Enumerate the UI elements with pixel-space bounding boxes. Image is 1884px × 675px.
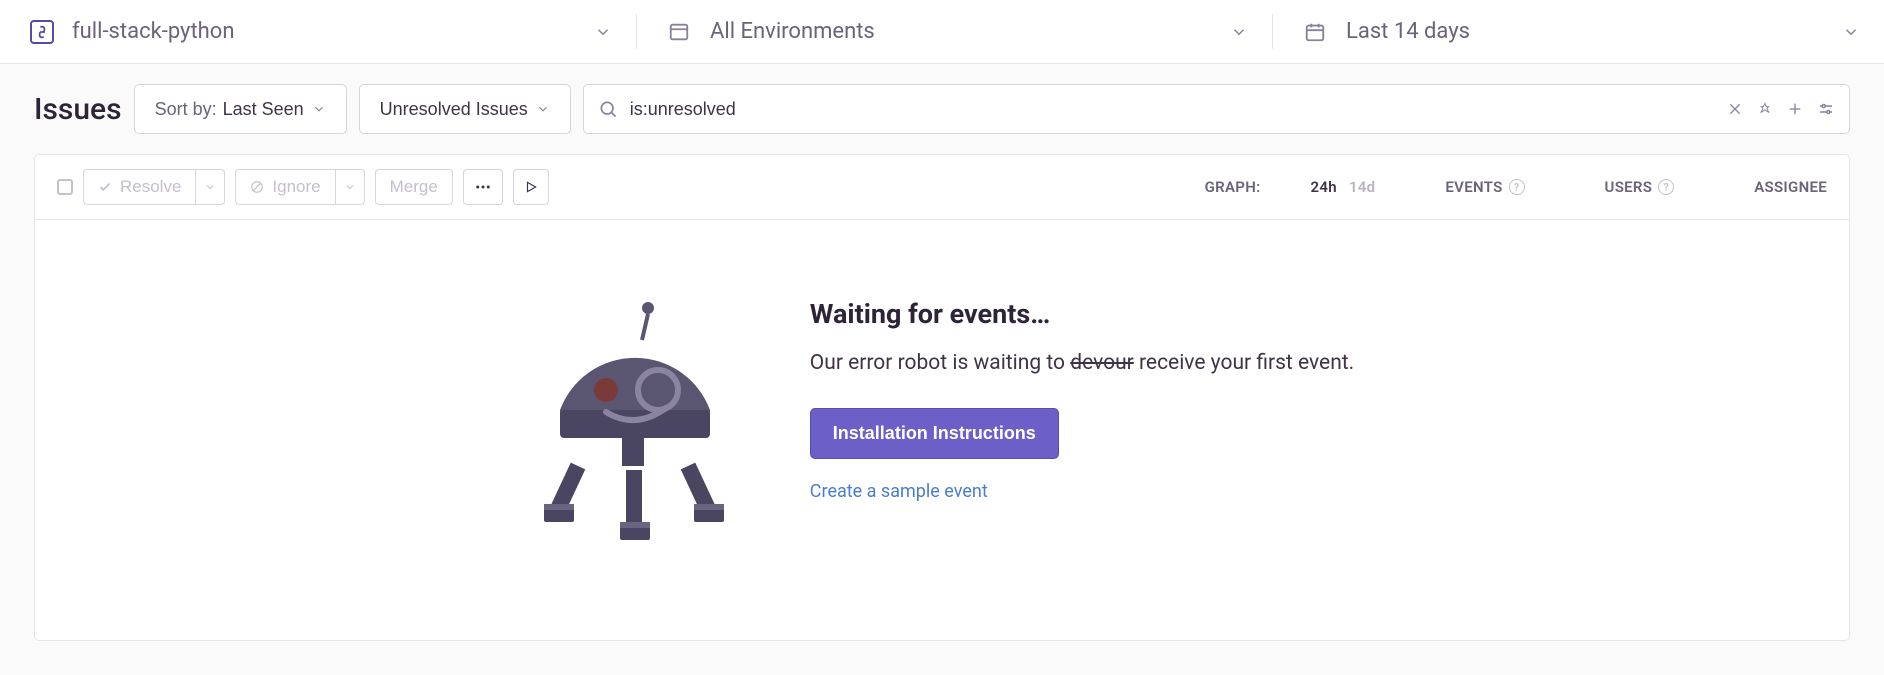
chevron-down-icon	[312, 102, 326, 116]
project-name: full-stack-python	[72, 19, 594, 44]
plus-icon[interactable]	[1787, 101, 1803, 117]
topbar: full-stack-python All Environments Last …	[0, 0, 1884, 64]
help-icon[interactable]: ?	[1509, 179, 1525, 195]
project-selector[interactable]: full-stack-python	[0, 0, 636, 63]
sort-label: Sort by:	[155, 99, 217, 120]
page-title: Issues	[34, 92, 122, 127]
sort-value: Last Seen	[223, 99, 304, 120]
more-actions-button[interactable]	[463, 169, 503, 205]
installation-instructions-button[interactable]: Installation Instructions	[810, 408, 1059, 459]
search-input[interactable]	[630, 99, 1715, 120]
play-button[interactable]	[513, 169, 549, 205]
environment-selector[interactable]: All Environments	[636, 0, 1272, 63]
clear-icon[interactable]	[1727, 101, 1743, 117]
chevron-down-icon	[1842, 23, 1860, 41]
column-graph: GRAPH:	[1205, 178, 1261, 196]
sort-dropdown[interactable]: Sort by: Last Seen	[134, 84, 347, 134]
issues-table-header: Resolve Ignore Merge GRAPH:	[35, 155, 1849, 220]
merge-button[interactable]: Merge	[375, 169, 453, 205]
resolve-button-group: Resolve	[83, 169, 225, 205]
chevron-down-icon	[1230, 23, 1248, 41]
column-assignee: ASSIGNEE	[1754, 178, 1827, 196]
issues-panel: Resolve Ignore Merge GRAPH:	[34, 154, 1850, 641]
ignore-button-group: Ignore	[235, 169, 364, 205]
column-events: EVENTS?	[1445, 178, 1524, 196]
help-icon[interactable]: ?	[1658, 179, 1674, 195]
settings-icon[interactable]	[1817, 100, 1835, 118]
resolve-dropdown[interactable]	[196, 169, 225, 205]
empty-state: Waiting for events… Our error robot is w…	[35, 220, 1849, 640]
chevron-down-icon	[536, 102, 550, 116]
window-icon	[666, 19, 692, 45]
calendar-icon	[1302, 19, 1328, 45]
filter-dropdown[interactable]: Unresolved Issues	[359, 84, 571, 134]
chevron-down-icon	[594, 23, 612, 41]
search-bar	[583, 84, 1850, 134]
create-sample-event-link[interactable]: Create a sample event	[810, 481, 1354, 502]
environment-label: All Environments	[710, 19, 1230, 44]
pin-icon[interactable]	[1757, 101, 1773, 117]
range-24h: 24h	[1311, 178, 1337, 196]
date-range-label: Last 14 days	[1346, 19, 1842, 44]
resolve-label: Resolve	[120, 177, 181, 197]
range-14d: 14d	[1349, 178, 1375, 196]
column-range[interactable]: 24h 14d	[1311, 178, 1376, 196]
ignore-label: Ignore	[272, 177, 320, 197]
toolbar: Issues Sort by: Last Seen Unresolved Iss…	[0, 64, 1884, 154]
ignore-dropdown[interactable]	[336, 169, 365, 205]
search-icon	[598, 99, 618, 119]
column-users: USERS?	[1605, 178, 1675, 196]
resolve-button[interactable]: Resolve	[83, 169, 196, 205]
filter-value: Unresolved Issues	[380, 99, 528, 120]
merge-label: Merge	[390, 177, 438, 197]
date-range-selector[interactable]: Last 14 days	[1272, 0, 1884, 63]
robot-illustration	[530, 290, 740, 550]
project-icon	[30, 20, 54, 44]
empty-title: Waiting for events…	[810, 298, 1354, 330]
ignore-button[interactable]: Ignore	[235, 169, 335, 205]
select-all-checkbox[interactable]	[57, 179, 73, 195]
empty-description: Our error robot is waiting to devour rec…	[810, 348, 1354, 380]
